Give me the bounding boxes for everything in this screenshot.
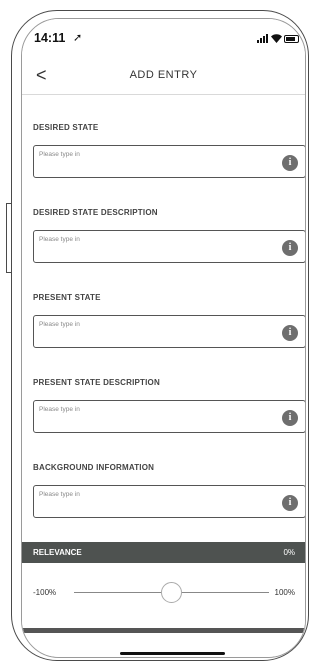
nav-bar: < ADD ENTRY — [22, 59, 305, 95]
slider-thumb[interactable] — [161, 582, 182, 603]
input-placeholder: Please type in — [39, 406, 80, 413]
wifi-icon — [271, 34, 282, 43]
present-state-description-label: PRESENT STATE DESCRIPTION — [33, 378, 160, 387]
background-information-label: BACKGROUND INFORMATION — [33, 463, 155, 472]
status-icons — [257, 32, 299, 43]
slider-max-label: 100% — [274, 588, 295, 597]
screen: 14:11 ➚ < ADD ENTRY DESIRED STATE Please… — [22, 19, 305, 657]
page-title: ADD ENTRY — [129, 69, 198, 81]
present-state-description-input[interactable]: Please type in i — [33, 400, 305, 433]
info-icon[interactable]: i — [282, 325, 298, 341]
home-indicator[interactable] — [120, 652, 225, 655]
input-placeholder: Please type in — [39, 236, 80, 243]
present-state-label: PRESENT STATE — [33, 293, 101, 302]
relevance-value: 0% — [283, 548, 295, 557]
bottom-divider — [22, 628, 305, 633]
desired-state-description-input[interactable]: Please type in i — [33, 230, 305, 263]
desired-state-input[interactable]: Please type in i — [33, 145, 305, 178]
slider-min-label: -100% — [33, 588, 57, 597]
input-placeholder: Please type in — [39, 491, 80, 498]
info-icon[interactable]: i — [282, 240, 298, 256]
phone-side-button — [6, 203, 11, 273]
desired-state-description-label: DESIRED STATE DESCRIPTION — [33, 208, 158, 217]
info-icon[interactable]: i — [282, 495, 298, 511]
battery-icon — [284, 35, 299, 43]
input-placeholder: Please type in — [39, 151, 80, 158]
status-time: 14:11 — [34, 31, 66, 45]
info-icon[interactable]: i — [282, 155, 298, 171]
input-placeholder: Please type in — [39, 321, 80, 328]
background-information-input[interactable]: Please type in i — [33, 485, 305, 518]
location-arrow-icon: ➚ — [73, 32, 83, 44]
relevance-header: RELEVANCE 0% — [22, 542, 305, 563]
info-icon[interactable]: i — [282, 410, 298, 426]
desired-state-label: DESIRED STATE — [33, 123, 99, 132]
relevance-slider[interactable]: -100% 100% — [22, 582, 305, 604]
status-bar: 14:11 ➚ — [22, 19, 305, 57]
present-state-input[interactable]: Please type in i — [33, 315, 305, 348]
relevance-label: RELEVANCE — [33, 548, 82, 557]
signal-icon — [257, 34, 268, 43]
